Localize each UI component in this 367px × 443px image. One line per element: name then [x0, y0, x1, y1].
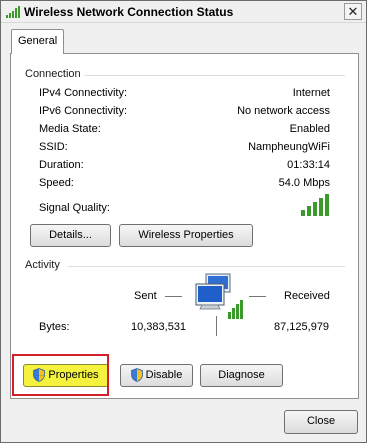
ipv4-value: Internet [292, 87, 330, 99]
ipv6-label: IPv6 Connectivity: [39, 105, 128, 117]
diagnose-button[interactable]: Diagnose [200, 364, 283, 387]
bytes-label: Bytes: [39, 321, 70, 333]
speed-value: 54.0 Mbps [278, 177, 330, 189]
bytes-divider [216, 316, 217, 336]
close-button[interactable]: Close [284, 410, 358, 434]
signal-quality-label: Signal Quality: [39, 202, 110, 214]
bytes-sent-value: 10,383,531 [131, 321, 187, 333]
tab-general-label: General [18, 35, 58, 47]
connection-divider [84, 75, 345, 76]
connection-heading: Connection [25, 68, 85, 80]
wireless-signal-icon [6, 6, 20, 18]
sent-label: Sent [134, 290, 157, 302]
details-button[interactable]: Details... [30, 224, 111, 247]
properties-highlight-box [12, 354, 109, 396]
close-icon[interactable]: ✕ [344, 3, 362, 20]
bytes-received-value: 87,125,979 [274, 321, 330, 333]
sent-line [165, 296, 182, 297]
ssid-label: SSID: [39, 141, 68, 153]
ssid-value: NampheungWiFi [248, 141, 330, 153]
signal-strength-icon [301, 194, 329, 216]
speed-label: Speed: [39, 177, 74, 189]
activity-divider [68, 266, 345, 267]
uac-shield-icon [130, 368, 143, 382]
media-state-label: Media State: [39, 123, 101, 135]
duration-label: Duration: [39, 159, 84, 171]
activity-heading: Activity [25, 259, 64, 271]
tab-general[interactable]: General [11, 29, 64, 54]
ipv6-value: No network access [237, 105, 330, 117]
wireless-properties-button[interactable]: Wireless Properties [119, 224, 253, 247]
window-title: Wireless Network Connection Status [24, 5, 234, 19]
duration-value: 01:33:14 [287, 159, 330, 171]
ipv4-label: IPv4 Connectivity: [39, 87, 128, 99]
received-label: Received [284, 290, 330, 302]
disable-button[interactable]: Disable [120, 364, 193, 387]
general-panel: Connection IPv4 Connectivity: Internet I… [10, 53, 359, 399]
disable-button-label: Disable [145, 369, 183, 381]
title-bar[interactable]: Wireless Network Connection Status ✕ [1, 1, 366, 23]
received-line [249, 296, 266, 297]
network-computers-icon [195, 273, 243, 319]
media-state-value: Enabled [289, 123, 330, 135]
status-dialog: Wireless Network Connection Status ✕ Gen… [0, 0, 367, 443]
